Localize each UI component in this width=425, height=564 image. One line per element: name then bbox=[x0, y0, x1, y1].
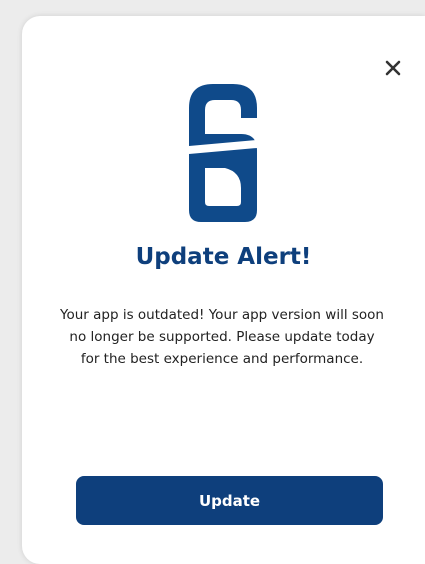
screen-background: Update Alert! Your app is outdated! Your… bbox=[0, 0, 425, 564]
update-alert-dialog: Update Alert! Your app is outdated! Your… bbox=[22, 16, 425, 564]
close-icon bbox=[385, 60, 401, 76]
shield-s-logo-icon bbox=[189, 84, 257, 222]
update-button[interactable]: Update bbox=[76, 476, 383, 525]
dialog-title: Update Alert! bbox=[135, 244, 312, 270]
dialog-message: Your app is outdated! Your app version w… bbox=[60, 307, 384, 367]
close-button[interactable] bbox=[379, 54, 407, 82]
